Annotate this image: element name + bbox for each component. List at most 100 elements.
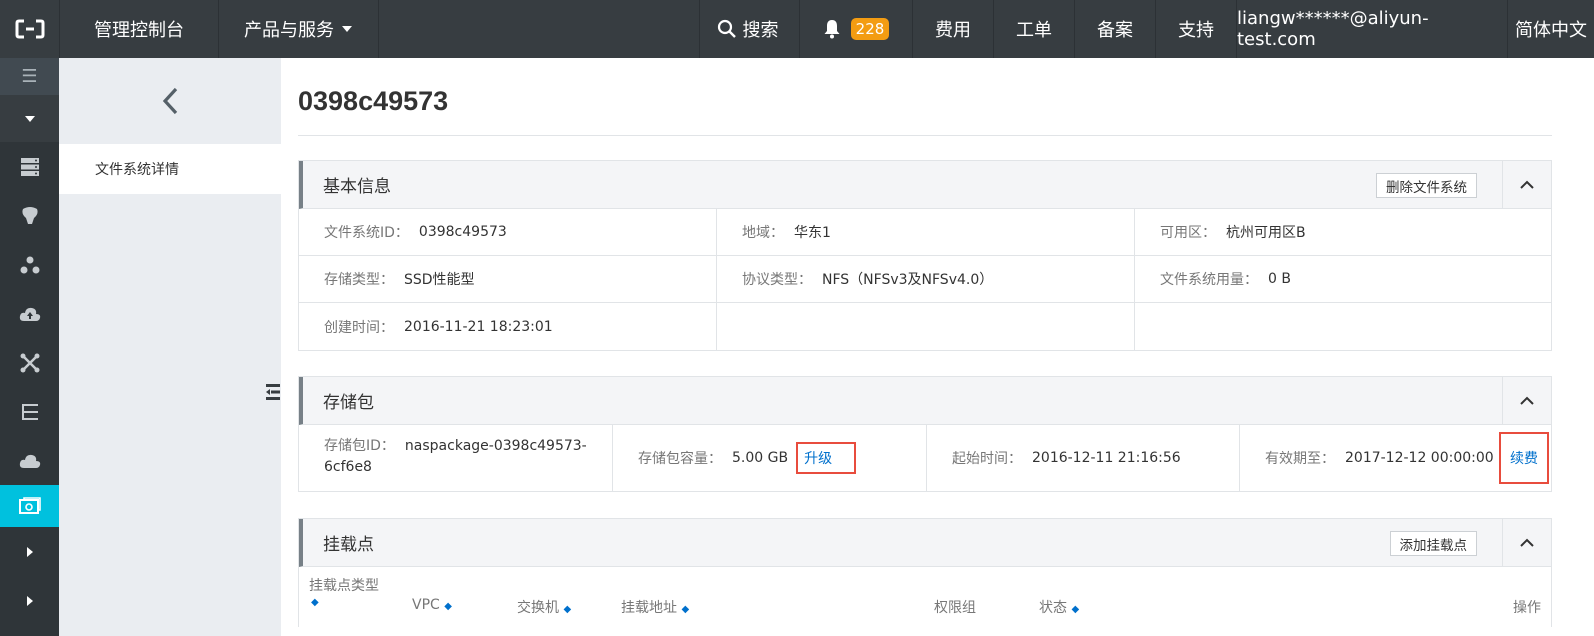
- renew-link[interactable]: 续费: [1499, 432, 1549, 484]
- chevron-left-icon: [162, 87, 178, 115]
- back-button[interactable]: [59, 58, 281, 144]
- field-value: NFS（NFSv3及NFSv4.0）: [822, 272, 994, 288]
- column-label: 挂载点类型: [309, 578, 379, 594]
- sort-icon[interactable]: ◆: [681, 604, 689, 615]
- field-usage: 文件系统用量： 0 B: [1135, 256, 1551, 303]
- sort-icon[interactable]: ◆: [311, 597, 379, 608]
- storage-package-title: 存储包: [323, 393, 374, 413]
- column-vpc[interactable]: VPC ◆: [412, 597, 452, 613]
- field-value: 杭州可用区B: [1226, 225, 1306, 241]
- file-storage-icon[interactable]: [0, 485, 59, 527]
- chevron-up-icon: [1520, 396, 1534, 405]
- field-package-expire: 有效期至： 2017-12-12 00:00:00 续费: [1240, 425, 1553, 491]
- notification-count-badge: 228: [850, 18, 890, 40]
- column-address[interactable]: 挂载地址 ◆: [621, 597, 689, 617]
- column-actions: 操作: [1513, 597, 1541, 617]
- products-label: 产品与服务: [244, 20, 334, 41]
- collapse-panel-button[interactable]: [1502, 519, 1551, 566]
- field-created-time: 创建时间： 2016-11-21 18:23:01: [299, 303, 717, 350]
- storage-package-grid: 存储包ID： naspackage-0398c49573- 6cf6e8 存储包容…: [299, 425, 1551, 491]
- field-value: 2016-11-21 18:23:01: [404, 318, 553, 335]
- field-value: 0 B: [1268, 271, 1291, 287]
- support-link[interactable]: 支持: [1156, 0, 1237, 58]
- field-label: 起始时间：: [952, 451, 1022, 467]
- field-value: 0398c49573: [418, 224, 507, 240]
- fee-label: 费用: [935, 20, 971, 41]
- language-switcher[interactable]: 简体中文: [1508, 0, 1594, 58]
- record-link[interactable]: 备案: [1075, 0, 1156, 58]
- sidebar-collapse-handle[interactable]: [264, 366, 281, 418]
- column-label: 交换机: [517, 600, 559, 616]
- products-menu[interactable]: 产品与服务: [219, 0, 379, 58]
- ticket-label: 工单: [1016, 20, 1052, 41]
- page-title: 0398c49573: [298, 86, 449, 116]
- database-icon[interactable]: [0, 191, 59, 240]
- expand-right-icon[interactable]: [0, 527, 59, 576]
- column-mount-type[interactable]: 挂载点类型 ◆: [309, 575, 379, 608]
- sort-icon[interactable]: ◆: [444, 601, 452, 612]
- product-icon-rail: ☰: [0, 58, 59, 636]
- expand-right-icon-2[interactable]: [0, 576, 59, 625]
- mount-point-header: 挂载点 添加挂载点: [299, 519, 1551, 567]
- console-link[interactable]: 管理控制台: [60, 0, 219, 58]
- collapse-panel-button[interactable]: [1502, 377, 1551, 424]
- sidebar-item-label: 文件系统详情: [95, 162, 179, 178]
- storage-table-icon[interactable]: [0, 387, 59, 436]
- column-switch[interactable]: 交换机 ◆: [517, 597, 571, 617]
- field-filesystem-id: 文件系统ID： 0398c49573: [299, 209, 717, 256]
- field-label: 可用区：: [1160, 225, 1216, 241]
- storage-package-panel: 存储包 存储包ID： naspackage-0398c49573- 6cf6e8 …: [298, 376, 1552, 492]
- basic-info-grid: 文件系统ID： 0398c49573 地域： 华东1 可用区： 杭州可用区B 存储类型…: [299, 209, 1551, 303]
- mount-table-header: 挂载点类型 ◆ VPC ◆ 交换机 ◆ 挂载地址 ◆ 权限组 状态 ◆ 操作: [299, 567, 1551, 627]
- upgrade-link[interactable]: 升级: [796, 442, 857, 474]
- caret-down-icon: [342, 26, 352, 32]
- collapse-panel-button[interactable]: [1502, 161, 1551, 208]
- sidebar-item-filesystem-detail[interactable]: 文件系统详情: [59, 144, 281, 194]
- topbar-spacer: [379, 0, 700, 58]
- field-label: 存储类型：: [324, 272, 394, 288]
- column-label: 操作: [1513, 600, 1541, 616]
- search-button[interactable]: 搜索: [700, 0, 800, 58]
- basic-info-title: 基本信息: [323, 177, 391, 197]
- bell-icon: [824, 20, 840, 39]
- empty-cell: [717, 303, 1135, 350]
- search-label: 搜索: [742, 20, 779, 41]
- basic-info-grid-last-row: 创建时间： 2016-11-21 18:23:01: [299, 303, 1551, 350]
- aliyun-logo-icon[interactable]: [0, 0, 60, 58]
- chevron-up-icon: [1520, 180, 1534, 189]
- field-package-id: 存储包ID： naspackage-0398c49573- 6cf6e8: [299, 425, 613, 491]
- fee-link[interactable]: 费用: [913, 0, 994, 58]
- column-status[interactable]: 状态 ◆: [1039, 597, 1079, 617]
- field-label: 存储包容量：: [638, 451, 722, 467]
- field-label: 创建时间：: [324, 319, 394, 336]
- mount-point-panel: 挂载点 添加挂载点 挂载点类型 ◆ VPC ◆ 交换机 ◆ 挂载地址 ◆ 权限组…: [298, 518, 1552, 627]
- cluster-icon[interactable]: [0, 240, 59, 289]
- sort-icon[interactable]: ◆: [1071, 604, 1079, 615]
- chevron-up-icon: [1520, 538, 1534, 547]
- menu-toggle-icon[interactable]: ☰: [0, 58, 59, 95]
- cloud-upload-icon[interactable]: [0, 289, 59, 338]
- network-icon[interactable]: [0, 338, 59, 387]
- field-label: 地域：: [742, 225, 784, 241]
- empty-cell: [1135, 303, 1551, 350]
- cloud-service-icon[interactable]: [0, 436, 59, 485]
- sort-icon[interactable]: ◆: [563, 604, 571, 615]
- field-storage-type: 存储类型： SSD性能型: [299, 256, 717, 303]
- notifications-button[interactable]: 228: [800, 0, 913, 58]
- delete-filesystem-button[interactable]: 删除文件系统: [1376, 173, 1477, 198]
- language-label: 简体中文: [1515, 20, 1587, 41]
- user-account-menu[interactable]: liangw******@aliyun-test.com: [1237, 0, 1508, 58]
- server-icon[interactable]: [0, 142, 59, 191]
- field-value: 2016-12-11 21:16:56: [1032, 450, 1181, 466]
- field-value: 5.00 GB: [732, 450, 789, 466]
- field-label: 文件系统用量：: [1160, 272, 1258, 288]
- rail-dropdown-icon[interactable]: [0, 95, 59, 142]
- column-label: VPC: [412, 597, 440, 613]
- search-icon: [717, 19, 736, 38]
- field-value: naspackage-0398c49573-: [404, 438, 587, 454]
- field-value: SSD性能型: [404, 272, 475, 288]
- field-value: 华东1: [794, 225, 831, 241]
- ticket-link[interactable]: 工单: [994, 0, 1075, 58]
- mount-point-title: 挂载点: [323, 535, 374, 555]
- add-mount-point-button[interactable]: 添加挂载点: [1389, 531, 1477, 556]
